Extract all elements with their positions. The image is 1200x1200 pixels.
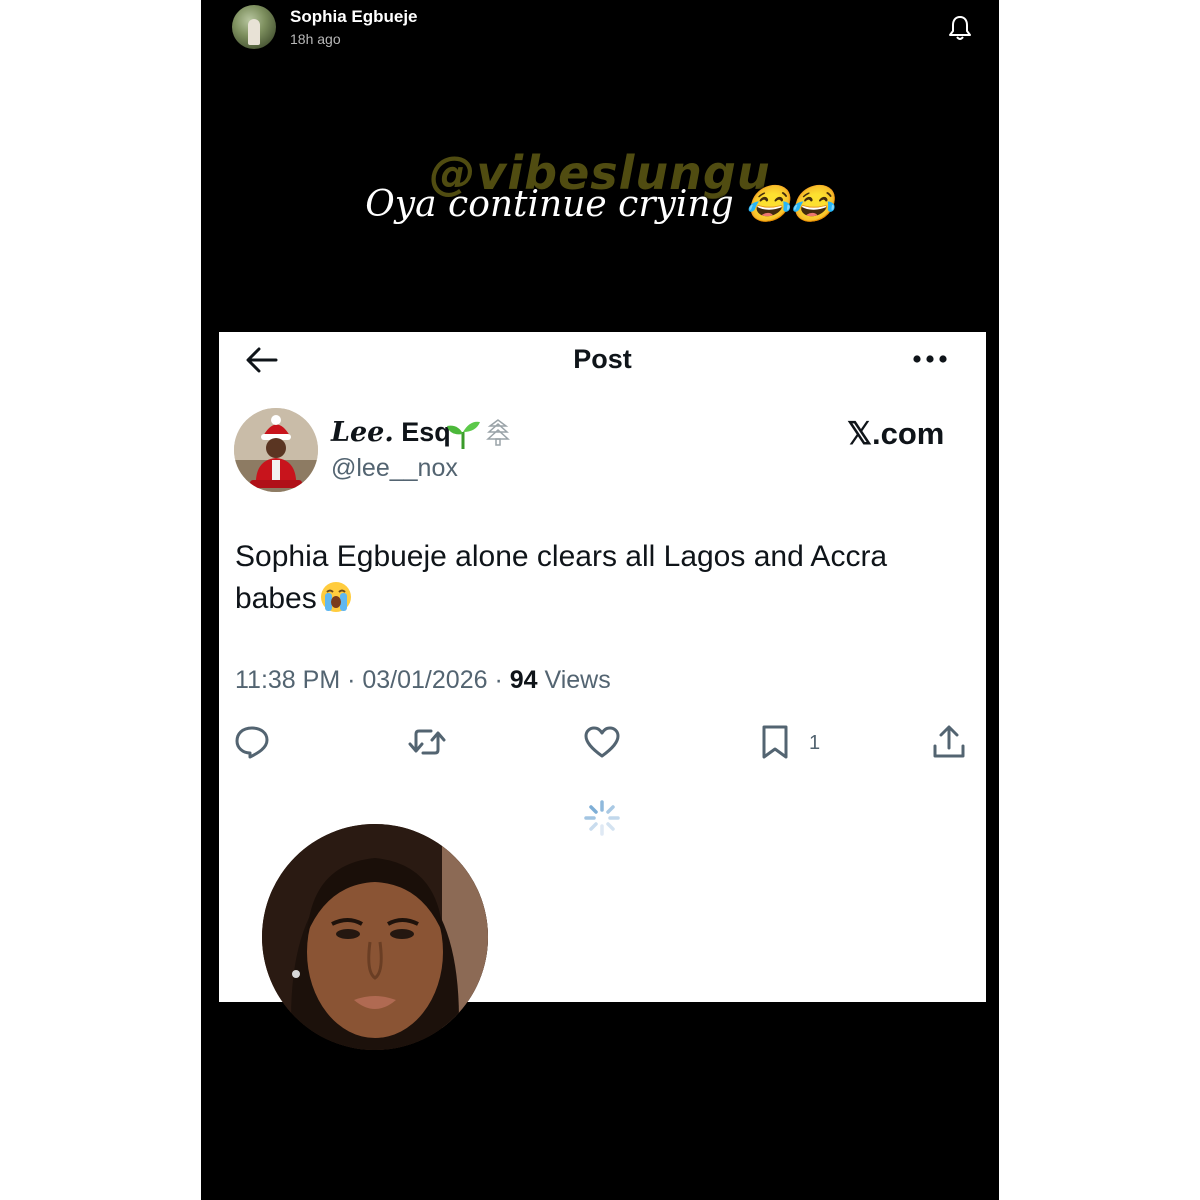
sprout-icon [447, 421, 480, 449]
portrait-photo-icon [262, 824, 488, 1050]
post-time: 11:38 PM [235, 666, 341, 694]
story-time-ago: 18h ago [290, 31, 341, 47]
author-name[interactable]: Lee. Esq [331, 417, 451, 448]
like-heart-icon[interactable] [583, 724, 621, 760]
xcom-brand: 𝕏.com [847, 416, 945, 451]
loading-spinner-icon [584, 800, 620, 836]
reply-icon[interactable] [233, 724, 271, 760]
views-count: 94 [509, 666, 538, 694]
tree-emoji-icon [486, 419, 510, 446]
bookmark-count: 1 [809, 732, 821, 754]
tweet-text: Sophia Egbueje alone clears all Lagos an… [235, 536, 955, 620]
post-header-title: Post [573, 344, 632, 374]
share-icon[interactable] [931, 724, 967, 760]
bookmark-icon[interactable] [759, 724, 791, 760]
views-label: Views [544, 666, 611, 694]
post-date: 03/01/2026 [362, 666, 488, 694]
more-options-icon[interactable] [912, 354, 948, 364]
bell-icon[interactable] [947, 14, 973, 42]
santa-photo-icon [234, 408, 318, 492]
story-header: Sophia Egbueje 18h ago [201, 0, 999, 60]
story-user-avatar[interactable] [232, 5, 276, 49]
author-handle[interactable]: @lee__nox [331, 454, 458, 483]
loudly-crying-emoji-icon [320, 582, 351, 612]
story-user-name[interactable]: Sophia Egbueje [290, 7, 418, 27]
story-caption: Oya continue crying 😂😂 [365, 184, 835, 225]
story-viewer: Sophia Egbueje 18h ago @vibeslungu Oya c… [201, 0, 999, 1200]
author-name-italic: Lee. [331, 417, 394, 448]
profile-photo[interactable] [262, 824, 488, 1050]
post-meta: 11:38 PM · 03/01/2026 · 94 Views [235, 666, 611, 694]
repost-icon[interactable] [407, 724, 447, 760]
author-avatar[interactable] [234, 408, 318, 492]
